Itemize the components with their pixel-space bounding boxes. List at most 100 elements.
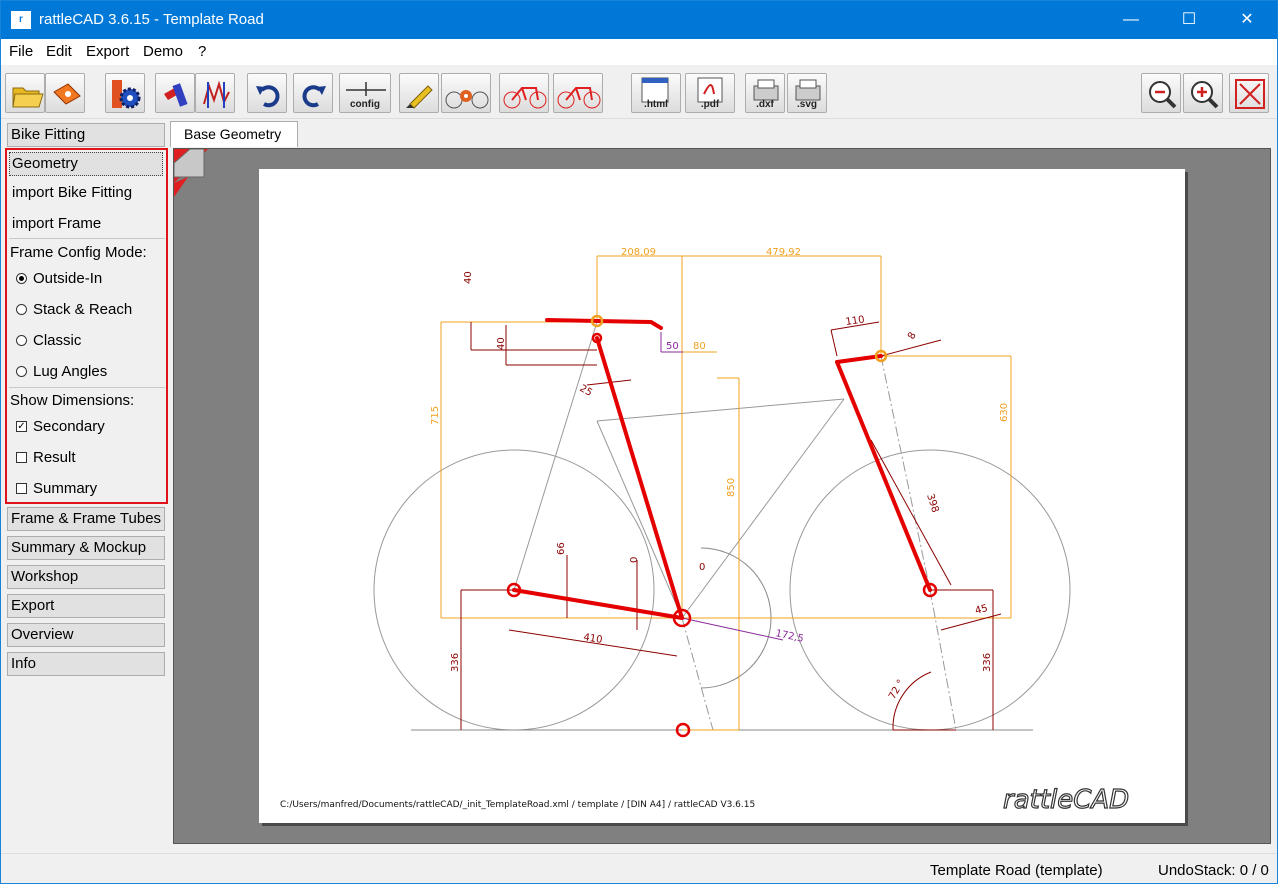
fit-icon	[1235, 79, 1265, 109]
zoom-in-icon	[1191, 81, 1219, 109]
radio-stack-reach[interactable]	[16, 304, 27, 315]
sidebar-item-summary-mockup[interactable]: Summary & Mockup	[7, 536, 165, 560]
checkbox-summary[interactable]	[16, 483, 27, 494]
dark-dimensions	[460, 321, 1002, 731]
save-icon	[53, 83, 81, 105]
title-bar: r rattleCAD 3.6.15 - Template Road — ☐ ✕	[1, 1, 1277, 39]
pencil-icon	[406, 85, 433, 109]
checkbox-label[interactable]: Result	[33, 449, 76, 466]
menu-bar: File Edit Export Demo ?	[1, 39, 1277, 65]
bike-render-button[interactable]	[441, 73, 491, 113]
radio-label[interactable]: Classic	[33, 332, 81, 349]
zoom-fit-button[interactable]	[1229, 73, 1269, 113]
dim-label: 398	[924, 493, 940, 515]
dim-label: 45	[974, 603, 989, 617]
export-html-button[interactable]: .html	[631, 73, 681, 113]
menu-file[interactable]: File	[9, 43, 33, 60]
undo-icon	[256, 85, 280, 108]
minimize-button[interactable]: —	[1108, 1, 1154, 39]
rattle-icon: r	[11, 11, 31, 29]
menu-edit[interactable]: Edit	[46, 43, 72, 60]
settings-button[interactable]	[105, 73, 145, 113]
status-document: Template Road (template)	[930, 862, 1103, 879]
sidebar-item-overview[interactable]: Overview	[7, 623, 165, 647]
dim-label: 25	[578, 383, 595, 399]
sidebar-item-geometry[interactable]: Geometry	[9, 152, 163, 176]
radio-label[interactable]: Outside-In	[33, 270, 102, 287]
menu-export[interactable]: Export	[86, 43, 129, 60]
checkbox-result[interactable]	[16, 452, 27, 463]
radio-label[interactable]: Lug Angles	[33, 363, 107, 380]
zoom-out-button[interactable]	[1141, 73, 1181, 113]
bike-icon	[445, 90, 489, 109]
close-button[interactable]: ✕	[1224, 1, 1270, 39]
bike-red-alt-button[interactable]	[553, 73, 603, 113]
status-bar: Template Road (template) UndoStack: 0 / …	[1, 853, 1277, 883]
bike-frame-icon	[503, 87, 547, 109]
dim-label: 336	[982, 653, 993, 672]
tab-base-geometry[interactable]: Base Geometry	[170, 121, 298, 147]
bike-red-button[interactable]	[499, 73, 549, 113]
frame-nodes	[506, 314, 938, 738]
zoom-in-button[interactable]	[1183, 73, 1223, 113]
rattlecad-logo: rattleCAD	[1003, 785, 1129, 815]
corner-handle-icon[interactable]	[174, 149, 208, 197]
app-window: r rattleCAD 3.6.15 - Template Road — ☐ ✕…	[0, 0, 1278, 884]
dim-label: 72 °	[887, 678, 907, 702]
config-button[interactable]: config	[339, 73, 391, 113]
dim-label: 479,92	[766, 247, 801, 258]
html-label: .html	[644, 99, 668, 110]
window-title: rattleCAD 3.6.15 - Template Road	[39, 11, 264, 28]
frame-config-mode-label: Frame Config Mode:	[10, 244, 147, 261]
dim-label: 8	[906, 330, 919, 341]
dimension-labels: 208,09 479,92 50 80 110 8 25 40 40 715 8…	[430, 247, 1010, 702]
radio-lug-angles[interactable]	[16, 366, 27, 377]
undo-button[interactable]	[247, 73, 287, 113]
export-svg-button[interactable]: .svg	[787, 73, 827, 113]
redo-button[interactable]	[293, 73, 333, 113]
menu-demo[interactable]: Demo	[143, 43, 183, 60]
dim-label: 40	[496, 337, 507, 350]
redo-icon	[302, 85, 326, 108]
dim-label: 50	[666, 341, 679, 352]
svg-label: .svg	[796, 99, 817, 110]
show-dimensions-label: Show Dimensions:	[10, 392, 135, 409]
import-frame-link[interactable]: import Frame	[12, 215, 101, 232]
menu-help[interactable]: ?	[198, 43, 206, 60]
tubes-button[interactable]	[155, 73, 195, 113]
folder-icon	[12, 87, 44, 108]
dim-label: 0	[699, 562, 705, 573]
dim-label: 110	[845, 314, 865, 328]
pencil-button[interactable]	[399, 73, 439, 113]
radio-label[interactable]: Stack & Reach	[33, 301, 132, 318]
toolbar: config .html .pdf .dxf .svg	[1, 65, 1277, 119]
divider	[9, 387, 165, 388]
chart-icon	[203, 80, 230, 108]
import-bike-fitting-link[interactable]: import Bike Fitting	[12, 184, 132, 201]
pdf-label: .pdf	[700, 99, 720, 110]
chart-button[interactable]	[195, 73, 235, 113]
checkbox-secondary[interactable]: ✓	[16, 421, 27, 432]
open-file-button[interactable]	[5, 73, 45, 113]
sidebar: Bike Fitting Geometry import Bike Fittin…	[5, 121, 168, 849]
export-dxf-button[interactable]: .dxf	[745, 73, 785, 113]
maximize-button[interactable]: ☐	[1166, 1, 1212, 39]
radio-outside-in[interactable]	[16, 273, 27, 284]
checkbox-label[interactable]: Secondary	[33, 418, 105, 435]
dim-label: 715	[430, 406, 441, 425]
dim-label: 0	[629, 557, 640, 563]
dim-label: 336	[450, 653, 461, 672]
sidebar-item-info[interactable]: Info	[7, 652, 165, 676]
wheels	[373, 321, 1071, 731]
radio-classic[interactable]	[16, 335, 27, 346]
sidebar-item-export[interactable]: Export	[7, 594, 165, 618]
drawing-sheet: 208,09 479,92 50 80 110 8 25 40 40 715 8…	[259, 169, 1185, 823]
sidebar-item-workshop[interactable]: Workshop	[7, 565, 165, 589]
checkbox-label[interactable]: Summary	[33, 480, 97, 497]
save-file-button[interactable]	[45, 73, 85, 113]
dim-label: 630	[999, 403, 1010, 422]
sidebar-item-frame-tubes[interactable]: Frame & Frame Tubes	[7, 507, 165, 531]
sidebar-item-bike-fitting[interactable]: Bike Fitting	[7, 123, 165, 147]
export-pdf-button[interactable]: .pdf	[685, 73, 735, 113]
drawing-canvas[interactable]: 208,09 479,92 50 80 110 8 25 40 40 715 8…	[173, 148, 1271, 844]
